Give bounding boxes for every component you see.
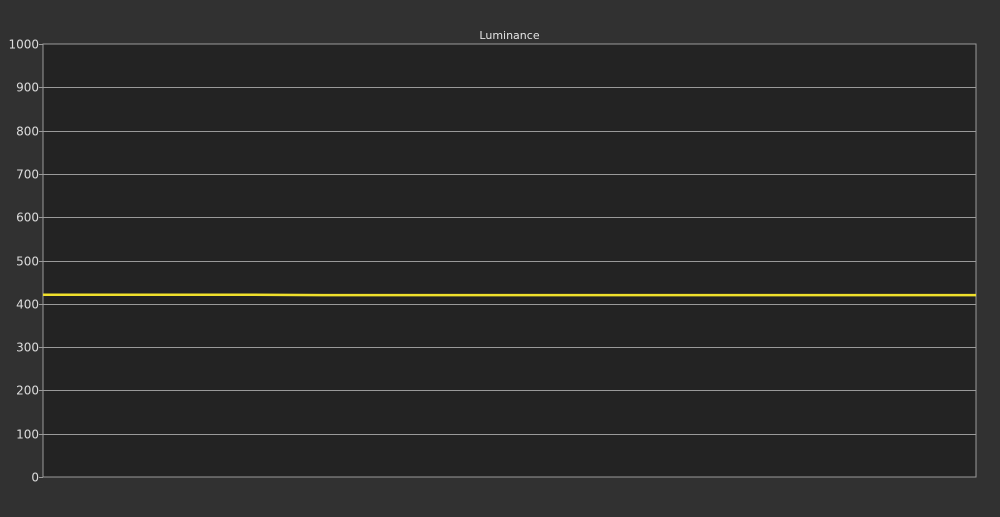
y-tick-label-1000: 1000	[8, 38, 39, 52]
luminance-chart: 0 100 200 300 400 500 600 700 800 900 1000 Luminan…	[0, 0, 1000, 517]
y-tick-label-600: 600	[16, 211, 39, 225]
y-tick-label-900: 900	[16, 81, 39, 95]
y-tick-label-700: 700	[16, 168, 39, 182]
y-tick-label-0: 0	[31, 471, 39, 485]
y-axis-ticks: 0 100 200 300 400 500 600 700 800 900 1000	[8, 38, 43, 485]
y-tick-label-800: 800	[16, 125, 39, 139]
chart-title: Luminance	[479, 29, 539, 42]
plot-area	[43, 44, 976, 477]
y-tick-label-300: 300	[16, 341, 39, 355]
y-tick-label-400: 400	[16, 298, 39, 312]
y-tick-label-500: 500	[16, 255, 39, 269]
y-tick-label-100: 100	[16, 428, 39, 442]
y-tick-label-200: 200	[16, 384, 39, 398]
chart-canvas: 0 100 200 300 400 500 600 700 800 900 1000 Luminan…	[0, 0, 1000, 517]
